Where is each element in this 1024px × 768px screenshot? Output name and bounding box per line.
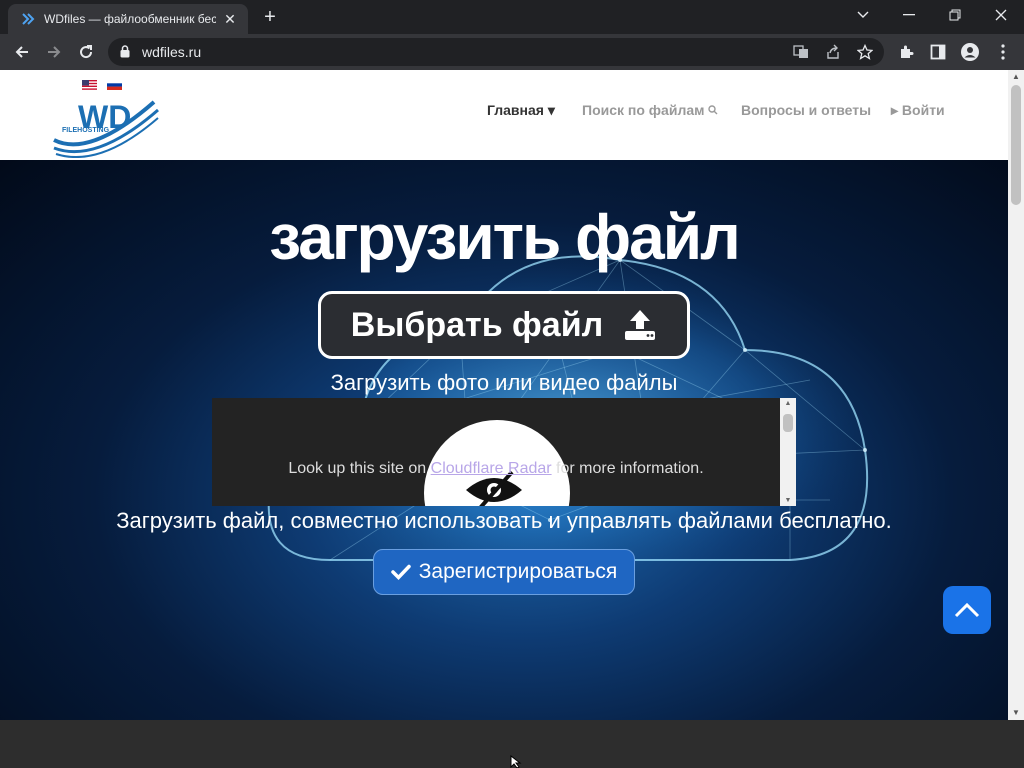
- register-button[interactable]: Зарегистрироваться: [373, 549, 635, 595]
- cloudflare-radar-embed: Look up this site on Cloudflare Radar fo…: [212, 398, 796, 506]
- checkmark-icon: [390, 564, 411, 580]
- embed-scrollbar[interactable]: ▲ ▼: [780, 398, 796, 506]
- minimize-icon[interactable]: [886, 0, 932, 30]
- scroll-up-icon[interactable]: ▲: [1008, 70, 1024, 84]
- search-icon: [708, 105, 718, 115]
- upload-subtitle: Загрузить фото или видео файлы: [330, 370, 678, 395]
- lock-icon[interactable]: [120, 45, 130, 63]
- nav-login[interactable]: ▸ Войти: [891, 102, 945, 119]
- radar-text-before: Look up this site on: [288, 460, 431, 477]
- url-text[interactable]: wdfiles.ru: [142, 44, 201, 60]
- nav-faq-label: Вопросы и ответы: [741, 102, 872, 118]
- choose-file-button[interactable]: Выбрать файл: [318, 291, 690, 359]
- hero-title: загрузить файл: [269, 201, 740, 273]
- tab-title: WDfiles — файлообменник бесплатный: [44, 12, 216, 26]
- scroll-down-icon[interactable]: ▼: [1008, 706, 1024, 720]
- page-viewport: WD FILEHOSTING Главная ▾ Поиск по файлам…: [0, 70, 1008, 720]
- tab-close-icon[interactable]: ✕: [222, 11, 238, 28]
- nav-search-label: Поиск по файлам: [582, 102, 705, 118]
- browser-tab[interactable]: WDfiles — файлообменник бесплатный ✕: [8, 4, 248, 34]
- mouse-cursor-icon: [510, 755, 522, 768]
- side-panel-icon[interactable]: [928, 42, 948, 62]
- reload-icon[interactable]: [72, 38, 100, 66]
- hero-description: Загрузить файл, совместно использовать и…: [116, 508, 892, 533]
- site-favicon-icon: [20, 11, 36, 27]
- upload-icon: [625, 310, 656, 340]
- new-tab-button[interactable]: +: [259, 6, 281, 28]
- address-bar[interactable]: wdfiles.ru: [108, 38, 884, 66]
- nav-faq[interactable]: Вопросы и ответы: [741, 102, 871, 118]
- ru-flag-icon[interactable]: [107, 80, 122, 90]
- tab-strip: WDfiles — файлообменник бесплатный ✕ +: [0, 0, 1024, 34]
- back-icon[interactable]: [8, 38, 36, 66]
- site-header: WD FILEHOSTING Главная ▾ Поиск по файлам…: [0, 70, 1008, 160]
- choose-file-label: Выбрать файл: [350, 305, 604, 344]
- bookmark-star-icon[interactable]: [856, 43, 874, 61]
- forward-icon[interactable]: [40, 38, 68, 66]
- browser-toolbar: wdfiles.ru: [0, 34, 1024, 70]
- wdfiles-logo[interactable]: WD FILEHOSTING: [50, 94, 162, 158]
- menu-dots-icon[interactable]: [993, 42, 1013, 62]
- nav-search[interactable]: Поиск по файлам: [582, 102, 718, 118]
- caret-right-icon: ▸: [891, 102, 899, 118]
- profile-icon[interactable]: [960, 42, 980, 62]
- nav-home-label: Главная: [487, 102, 544, 118]
- radar-message: Look up this site on Cloudflare Radar fo…: [212, 460, 780, 478]
- chevron-up-icon: [954, 602, 980, 618]
- page-scrollbar[interactable]: ▲ ▼: [1008, 70, 1024, 720]
- restore-icon[interactable]: [932, 0, 978, 30]
- nav-login-label: Войти: [901, 102, 945, 118]
- scroll-thumb[interactable]: [1011, 85, 1021, 205]
- tab-search-icon[interactable]: [840, 0, 886, 30]
- language-switcher: [82, 80, 122, 90]
- logo-sub-text: FILEHOSTING: [62, 127, 110, 134]
- extensions-icon[interactable]: [896, 42, 916, 62]
- us-flag-icon[interactable]: [82, 80, 97, 90]
- register-label: Зарегистрироваться: [418, 560, 618, 583]
- share-icon[interactable]: [824, 43, 842, 61]
- scroll-to-top-button[interactable]: [943, 586, 991, 634]
- radar-text-after: for more information.: [551, 460, 704, 477]
- cloudflare-radar-link[interactable]: Cloudflare Radar: [431, 460, 552, 477]
- caret-down-icon: ▾: [547, 102, 555, 118]
- translate-icon[interactable]: [792, 43, 810, 61]
- nav-home[interactable]: Главная ▾: [487, 102, 555, 119]
- hero-section: загрузить файл Выбрать файл Загрузить фо…: [0, 160, 1008, 720]
- close-window-icon[interactable]: [978, 0, 1024, 30]
